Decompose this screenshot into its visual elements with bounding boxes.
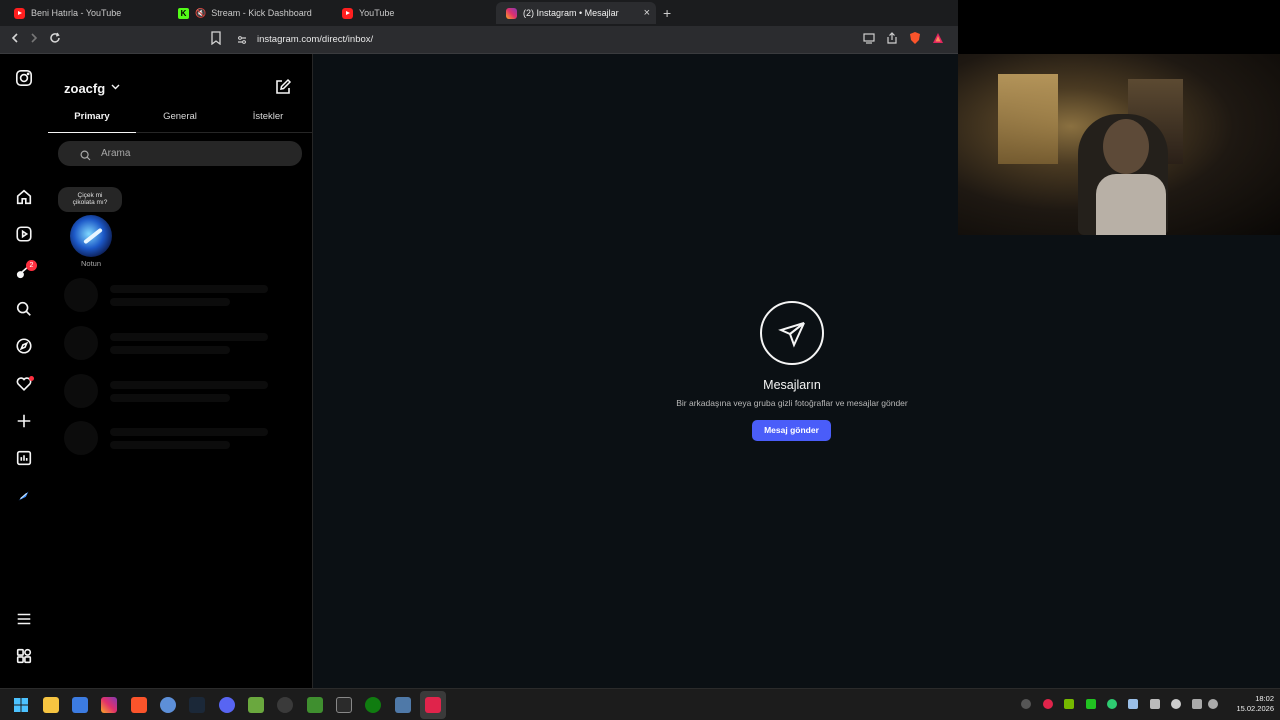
note-text-line: çikolata mı?: [72, 199, 108, 206]
search-icon[interactable]: [14, 299, 34, 319]
address-bar[interactable]: instagram.com/direct/inbox/: [208, 29, 954, 51]
account-switcher[interactable]: zoacfg: [64, 81, 105, 96]
tray-icon[interactable]: [1107, 699, 1117, 709]
youtube-icon: [342, 7, 353, 19]
xbox-icon[interactable]: [365, 697, 381, 713]
tab-label: Stream - Kick Dashboard: [211, 8, 312, 18]
messenger-icon: [760, 301, 824, 365]
tray-icon[interactable]: [1021, 699, 1031, 709]
site-settings-icon[interactable]: [236, 33, 250, 47]
tab-label: Beni Hatırla - YouTube: [31, 8, 122, 18]
app-icon[interactable]: [395, 697, 411, 713]
forward-icon[interactable]: [25, 31, 43, 49]
time: 18:02: [1255, 694, 1274, 703]
loading-placeholder-row: [64, 421, 304, 455]
steam-icon[interactable]: [189, 697, 205, 713]
webcam-overlay: [958, 54, 1280, 235]
browser-tab-strip: Beni Hatırla - YouTube K 🔇 Stream - Kick…: [0, 0, 958, 26]
browser-tab[interactable]: Beni Hatırla - YouTube: [4, 2, 164, 24]
steam-tray-icon[interactable]: [1128, 699, 1138, 709]
tab-label: (2) Instagram • Mesajlar: [523, 8, 619, 18]
chevron-down-icon[interactable]: [111, 82, 120, 92]
app-icon[interactable]: [277, 697, 293, 713]
browser-toolbar: instagram.com/direct/inbox/: [0, 26, 958, 54]
note-text-line: Çiçek mi: [77, 192, 103, 199]
search-icon: [80, 148, 91, 161]
notification-dot: [29, 376, 34, 381]
notepad-icon[interactable]: [72, 697, 88, 713]
loading-placeholder-row: [64, 326, 304, 360]
volume-icon[interactable]: [1208, 699, 1218, 709]
menu-icon[interactable]: [14, 609, 34, 629]
close-tab-icon[interactable]: ×: [634, 7, 650, 19]
url-text[interactable]: instagram.com/direct/inbox/: [257, 34, 373, 45]
share-icon[interactable]: [885, 31, 899, 45]
instagram-app-icon[interactable]: [101, 697, 117, 713]
instagram-page: 2 zoacfg Primary General İstekler Arama …: [0, 54, 1280, 688]
browser-tab[interactable]: YouTube: [332, 2, 492, 24]
instagram-nav-rail: 2: [0, 54, 48, 688]
notification-badge: 2: [26, 260, 37, 271]
note-label: Notun: [80, 259, 101, 268]
create-icon[interactable]: [14, 411, 34, 431]
note-bubble[interactable]: Çiçek mi çikolata mı?: [58, 187, 122, 212]
minecraft-icon[interactable]: [307, 697, 323, 713]
windows-taskbar: 18:02 15.02.2026: [0, 688, 1280, 720]
tray-icon[interactable]: [1086, 699, 1096, 709]
inbox-panel: zoacfg Primary General İstekler Arama Çi…: [48, 54, 313, 688]
home-icon[interactable]: [14, 187, 34, 207]
usb-icon[interactable]: [1150, 699, 1160, 709]
send-message-button[interactable]: Mesaj gönder: [752, 420, 831, 441]
dashboard-icon[interactable]: [14, 448, 34, 468]
empty-state-subtitle: Bir arkadaşına veya gruba gizli fotoğraf…: [676, 398, 908, 408]
network-icon[interactable]: [1192, 699, 1202, 709]
cast-icon[interactable]: [862, 31, 876, 45]
instagram-icon[interactable]: [14, 68, 34, 88]
microphone-icon[interactable]: [1171, 699, 1181, 709]
new-message-icon[interactable]: [274, 78, 292, 96]
new-tab-button[interactable]: +: [663, 5, 671, 21]
app-icon[interactable]: [160, 697, 176, 713]
muted-speaker-icon[interactable]: 🔇: [195, 8, 206, 19]
avatar[interactable]: [70, 215, 112, 257]
epic-games-icon[interactable]: [336, 697, 352, 713]
profile-icon[interactable]: [14, 486, 34, 506]
browser-tab[interactable]: K 🔇 Stream - Kick Dashboard: [168, 2, 328, 24]
discord-icon[interactable]: [219, 697, 235, 713]
tab-general[interactable]: General: [136, 111, 224, 133]
brave-rewards-icon[interactable]: [931, 31, 945, 45]
tab-requests[interactable]: İstekler: [224, 111, 312, 133]
brave-shields-icon[interactable]: [908, 31, 922, 45]
nvidia-icon[interactable]: [1064, 699, 1074, 709]
browser-tab-active[interactable]: (2) Instagram • Mesajlar ×: [496, 2, 656, 24]
also-from-meta-icon[interactable]: [14, 646, 34, 666]
loading-placeholder-row: [64, 374, 304, 408]
kick-icon: K: [178, 7, 189, 19]
search-placeholder: Arama: [101, 148, 131, 159]
brave-browser-icon[interactable]: [131, 697, 147, 713]
date: 15.02.2026: [1236, 704, 1274, 713]
instagram-icon: [506, 7, 517, 19]
reload-icon[interactable]: [46, 31, 64, 49]
windows-start-icon[interactable]: [13, 697, 29, 713]
tab-label: YouTube: [359, 8, 395, 18]
tab-primary[interactable]: Primary: [48, 111, 136, 133]
app-icon[interactable]: [425, 697, 441, 713]
inbox-tabs: Primary General İstekler: [48, 111, 312, 133]
back-icon[interactable]: [6, 31, 24, 49]
search-input[interactable]: Arama: [58, 141, 302, 166]
empty-state-title: Mesajların: [763, 378, 821, 392]
tray-icon[interactable]: [1043, 699, 1053, 709]
explore-icon[interactable]: [14, 336, 34, 356]
youtube-icon: [14, 7, 25, 19]
app-icon[interactable]: [248, 697, 264, 713]
reels-icon[interactable]: [14, 224, 34, 244]
clock[interactable]: 18:02 15.02.2026: [1222, 694, 1274, 714]
loading-placeholder-row: [64, 278, 304, 312]
file-explorer-icon[interactable]: [43, 697, 59, 713]
